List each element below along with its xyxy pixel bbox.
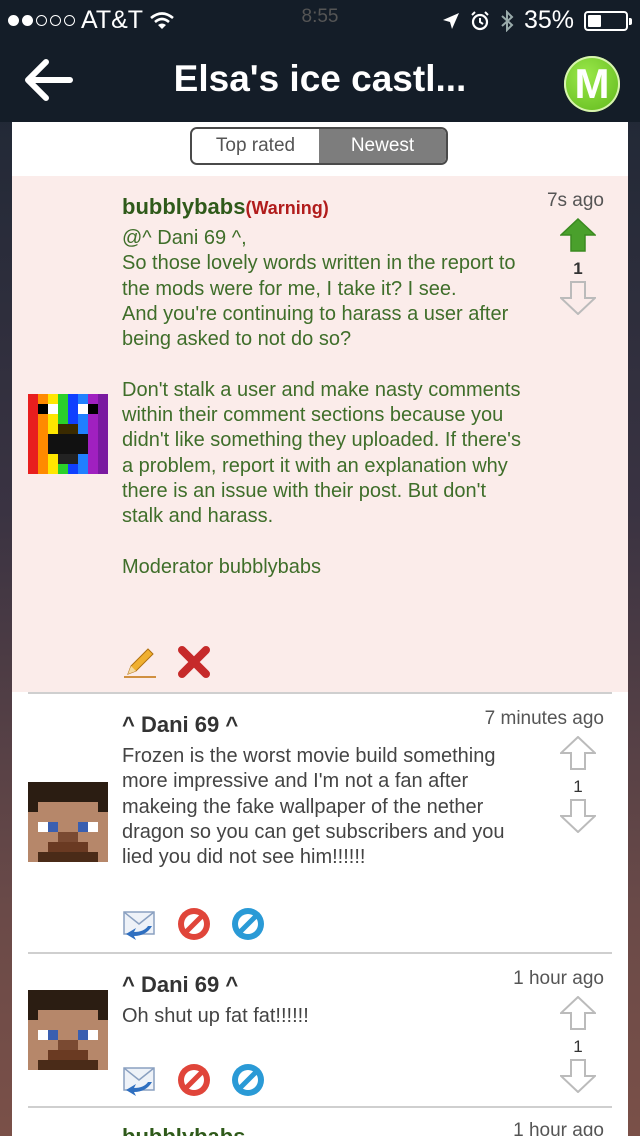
comment-text: Frozen is the worst movie build somethin… [122, 745, 505, 869]
comment-username[interactable]: ^ Dani 69 ^ [122, 712, 238, 738]
status-icons: 35% [442, 6, 632, 35]
comments-panel: Top rated Newest bubblybabs(Warning) 7s … [12, 122, 628, 1136]
vote-controls: 1 [558, 217, 598, 320]
report-block-icon[interactable] [176, 906, 212, 942]
ignore-user-icon[interactable] [230, 1062, 266, 1098]
avatar[interactable] [28, 394, 108, 474]
vote-count: 1 [573, 259, 583, 278]
app-logo[interactable]: M [564, 56, 620, 112]
comment-item: bubblybabs 1 hour ago [12, 1106, 628, 1136]
delete-x-icon[interactable] [176, 644, 212, 680]
downvote-arrow-icon[interactable] [558, 281, 598, 316]
comment-actions [122, 1062, 266, 1098]
sort-top-rated-tab[interactable]: Top rated [192, 129, 319, 163]
comment-divider [28, 692, 612, 694]
vote-count: 1 [573, 1037, 583, 1056]
reply-mail-icon[interactable] [122, 1062, 158, 1098]
report-block-icon[interactable] [176, 1062, 212, 1098]
comment-timestamp: 1 hour ago [513, 1120, 604, 1136]
upvote-arrow-icon[interactable] [559, 217, 597, 252]
avatar[interactable] [28, 990, 108, 1070]
comment-username[interactable]: bubblybabs(Warning) [122, 194, 329, 220]
location-icon [442, 12, 459, 29]
ignore-user-icon[interactable] [230, 906, 266, 942]
warning-badge: (Warning) [245, 198, 329, 218]
comment-divider [28, 952, 612, 954]
comment-actions [122, 644, 212, 680]
downvote-arrow-icon[interactable] [558, 1059, 598, 1094]
bluetooth-icon [501, 9, 514, 32]
comment-item: ^ Dani 69 ^ 7 minutes ago Frozen is the … [12, 692, 628, 950]
comment-item: ^ Dani 69 ^ 1 hour ago Oh shut up fat fa… [12, 952, 628, 1106]
status-bar: AT&T 8:55 35% [0, 0, 640, 40]
battery-icon [584, 10, 632, 31]
nav-bar: Elsa's ice castl... M [0, 40, 640, 122]
alarm-icon [471, 10, 489, 30]
upvote-arrow-icon[interactable] [558, 735, 598, 770]
vote-controls: 1 [558, 995, 598, 1098]
comment-username[interactable]: bubblybabs [122, 1124, 245, 1136]
upvote-arrow-icon[interactable] [558, 995, 598, 1030]
comment-text: @^ Dani 69 ^, So those lovely words writ… [122, 227, 521, 578]
edit-pencil-icon[interactable] [122, 644, 158, 680]
comment-item: bubblybabs(Warning) 7s ago @^ Dani 69 ^,… [12, 176, 628, 692]
comment-username[interactable]: ^ Dani 69 ^ [122, 972, 238, 998]
battery-percent: 35% [523, 6, 574, 34]
comment-actions [122, 906, 266, 942]
comment-timestamp: 7 minutes ago [484, 708, 604, 729]
comment-timestamp: 7s ago [546, 190, 604, 211]
comment-timestamp: 1 hour ago [513, 968, 604, 989]
reply-mail-icon[interactable] [122, 906, 158, 942]
back-arrow-icon[interactable] [22, 58, 74, 102]
avatar[interactable] [28, 782, 108, 862]
downvote-arrow-icon[interactable] [558, 799, 598, 834]
sort-newest-tab[interactable]: Newest [319, 129, 446, 163]
comment-divider [28, 1106, 612, 1108]
vote-count: 1 [573, 777, 583, 796]
vote-controls: 1 [558, 735, 598, 838]
sort-segmented-control: Top rated Newest [190, 127, 448, 165]
comment-text: Oh shut up fat fat!!!!!! [122, 1005, 309, 1027]
page-title: Elsa's ice castl... [173, 58, 467, 99]
